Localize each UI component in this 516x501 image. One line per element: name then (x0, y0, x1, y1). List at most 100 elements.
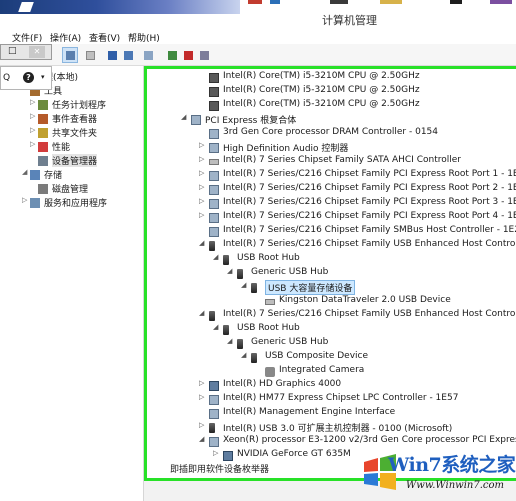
tree-node-icon (38, 184, 48, 194)
expand-arrow-icon[interactable]: ▷ (199, 169, 204, 177)
expand-arrow-icon[interactable]: ◢ (181, 113, 186, 121)
device-label: 3rd Gen Core processor DRAM Controller -… (223, 127, 439, 137)
expand-arrow-icon[interactable]: ▷ (30, 98, 35, 106)
usb-icon (223, 255, 229, 265)
device-label: PCI Express 根复合体 (205, 116, 297, 126)
dev-icon (209, 227, 219, 237)
properties-button[interactable] (120, 47, 136, 63)
tree-node-icon (38, 156, 48, 166)
expand-arrow-icon[interactable]: ▷ (199, 211, 204, 219)
expand-arrow-icon[interactable]: ▷ (30, 112, 35, 120)
expand-arrow-icon[interactable]: ◢ (22, 168, 27, 176)
help-button[interactable] (104, 47, 120, 63)
device-label: Intel(R) 7 Series/C216 Chipset Family US… (223, 239, 516, 249)
dev-icon (209, 129, 219, 139)
update-driver-icon (168, 51, 177, 60)
dev-icon (209, 199, 219, 209)
dev-icon (209, 213, 219, 223)
cpu-icon (209, 101, 219, 111)
console-tree-icon (66, 51, 75, 60)
console-tree-label: 设备管理器 (52, 154, 98, 167)
device-label: Kingston DataTraveler 2.0 USB Device (279, 295, 451, 305)
tree-node-icon (38, 100, 48, 110)
device-label: Intel(R) 7 Series/C216 Chipset Family PC… (223, 197, 516, 207)
menu-action[interactable]: 操作(A) (50, 31, 81, 44)
device-label: Intel(R) HD Graphics 4000 (223, 379, 342, 389)
close-icon[interactable]: ✕ (29, 46, 45, 58)
up-level-icon (86, 51, 95, 60)
update-driver-button[interactable] (164, 47, 180, 63)
expand-arrow-icon[interactable]: ▷ (199, 155, 204, 163)
up-level-button[interactable] (82, 47, 98, 63)
console-tree-label: 共享文件夹 (52, 129, 98, 139)
device-label: Intel(R) Core(TM) i5-3210M CPU @ 2.50GHz (223, 99, 420, 109)
computer-management-window: 计算机管理 文件(F) 操作(A) 查看(V) 帮助(H) □ ✕ 理(本地) 工… (0, 0, 516, 501)
disable-device-button[interactable] (196, 47, 212, 63)
expand-arrow-icon[interactable]: ◢ (213, 253, 218, 261)
usb-icon (251, 353, 257, 363)
watermark: Win7系统之家 Www.Winwin7.com (360, 448, 516, 501)
toolbar (0, 44, 516, 66)
device-label: Intel(R) Management Engine Interface (223, 407, 396, 417)
menu-file[interactable]: 文件(F) (12, 31, 42, 44)
device-tree-pane: Intel(R) Core(TM) i5-3210M CPU @ 2.50GHz… (144, 66, 516, 481)
expand-arrow-icon[interactable]: ◢ (199, 309, 204, 317)
expand-arrow-icon[interactable]: ▷ (199, 183, 204, 191)
device-label: USB Root Hub (237, 323, 300, 333)
help-icon (108, 51, 117, 60)
expand-arrow-icon[interactable]: ◢ (241, 281, 246, 289)
title-bar-decoration (0, 0, 240, 14)
tree-node-icon (38, 142, 48, 152)
usb-icon (209, 241, 215, 251)
disk-icon (209, 159, 219, 165)
show-hide-console-tree-button[interactable] (62, 47, 78, 63)
device-label: NVIDIA GeForce GT 635M (237, 449, 351, 459)
usb-icon (209, 423, 215, 433)
expand-arrow-icon[interactable]: ▷ (199, 379, 204, 387)
device-label: Intel(R) USB 3.0 可扩展主机控制器 - 0100 (Micros… (223, 424, 453, 434)
restore-icon[interactable]: □ (8, 46, 17, 56)
expand-arrow-icon[interactable]: ▷ (213, 449, 218, 457)
expand-arrow-icon[interactable]: ◢ (213, 323, 218, 331)
expand-arrow-icon[interactable]: ◢ (241, 351, 246, 359)
expand-arrow-icon[interactable]: ▷ (199, 393, 204, 401)
help-circle-icon[interactable]: ? (23, 72, 34, 83)
device-label: Xeon(R) processor E3-1200 v2/3rd Gen Cor… (223, 435, 516, 445)
device-label: Intel(R) Core(TM) i5-3210M CPU @ 2.50GHz (223, 71, 420, 81)
expand-arrow-icon[interactable]: ▷ (199, 421, 204, 429)
usb-icon (237, 269, 243, 279)
console-tree-label: 任务计划程序 (52, 101, 107, 111)
expand-arrow-icon[interactable]: ▷ (199, 141, 204, 149)
dev-icon (209, 395, 219, 405)
dev-icon (209, 143, 219, 153)
usb-icon (209, 311, 215, 321)
expand-arrow-icon[interactable]: ◢ (199, 435, 204, 443)
scan-hardware-button[interactable] (140, 47, 156, 63)
uninstall-device-button[interactable] (180, 47, 196, 63)
device-label: Generic USB Hub (251, 337, 329, 347)
dev-icon (191, 115, 201, 125)
dev-icon (209, 171, 219, 181)
expand-arrow-icon[interactable]: ▷ (199, 197, 204, 205)
usb-icon (223, 325, 229, 335)
expand-arrow-icon[interactable]: ◢ (227, 267, 232, 275)
menu-view[interactable]: 查看(V) (89, 31, 120, 44)
scan-hardware-icon (144, 51, 153, 60)
disable-icon (200, 51, 209, 60)
expand-arrow-icon[interactable]: ▷ (22, 196, 27, 204)
expand-arrow-icon[interactable]: ◢ (227, 337, 232, 345)
expand-arrow-icon[interactable]: ▷ (30, 126, 35, 134)
device-label: Intel(R) 7 Series/C216 Chipset Family PC… (223, 183, 516, 193)
tree-item-pnp-enumerator[interactable]: 即插即用软件设备枚举器 (170, 462, 269, 475)
expand-arrow-icon[interactable]: ▷ (30, 140, 35, 148)
expand-arrow-icon[interactable]: ◢ (199, 239, 204, 247)
chevron-down-icon[interactable]: ▾ (41, 73, 45, 81)
device-label: Intel(R) Core(TM) i5-3210M CPU @ 2.50GHz (223, 85, 420, 95)
console-tree-label: 磁盘管理 (52, 185, 89, 195)
menu-help[interactable]: 帮助(H) (128, 31, 160, 44)
floating-search-box: Q ? ▾ (0, 66, 52, 90)
gpu-icon (223, 451, 233, 461)
device-label: Generic USB Hub (251, 267, 329, 277)
disk-icon (265, 299, 275, 305)
console-tree-label: 性能 (52, 143, 71, 153)
